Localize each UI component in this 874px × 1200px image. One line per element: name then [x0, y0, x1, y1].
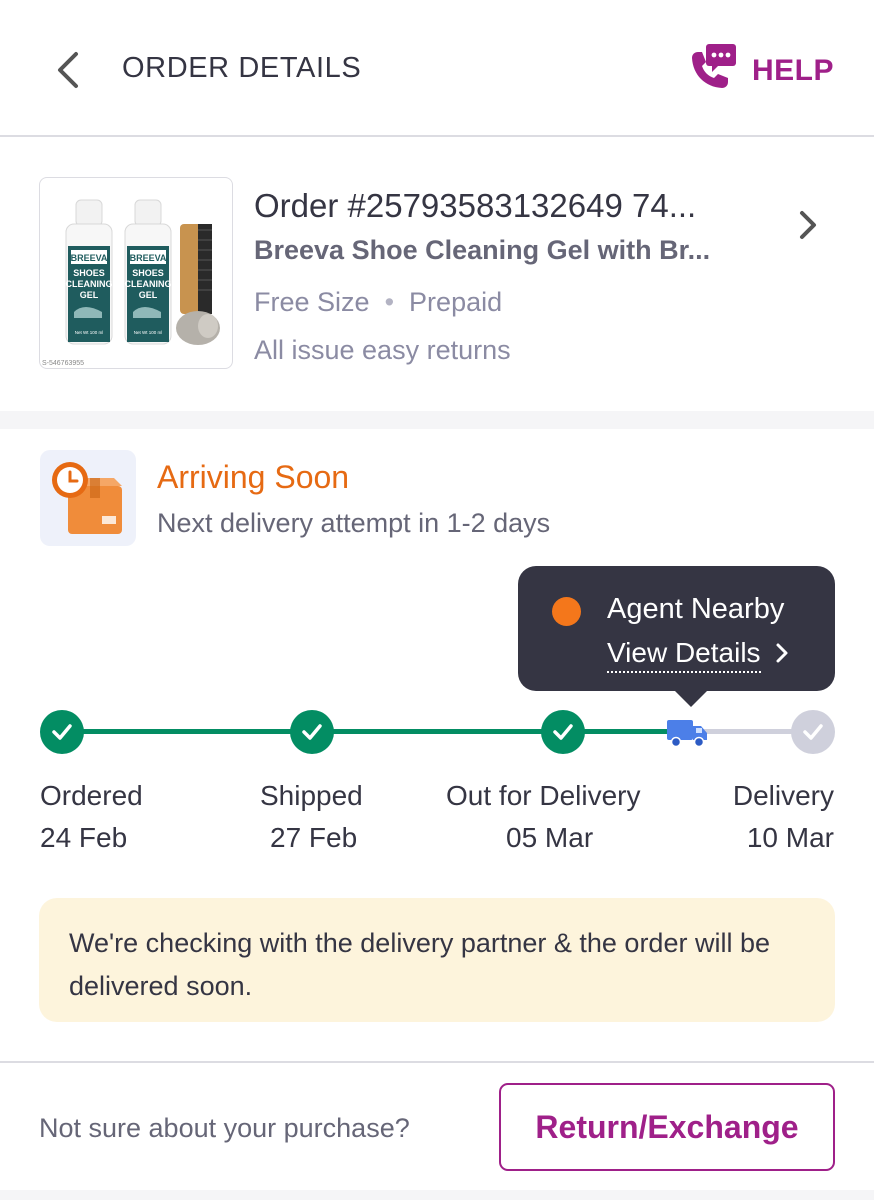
svg-text:BREEVA: BREEVA	[130, 253, 167, 263]
order-product-card[interactable]: BREEVA SHOES CLEANING GEL Net Wt 100 ml …	[0, 137, 874, 411]
svg-text:BREEVA: BREEVA	[71, 253, 108, 263]
product-image: BREEVA SHOES CLEANING GEL Net Wt 100 ml …	[65, 199, 220, 345]
step-label-shipped: Shipped	[260, 780, 363, 811]
returns-policy: All issue easy returns	[254, 335, 511, 365]
svg-text:SHOES: SHOES	[73, 268, 105, 278]
agent-tooltip: Agent Nearby View Details	[518, 566, 835, 707]
support-chat-icon	[688, 42, 738, 99]
bottom-strip	[0, 1190, 874, 1200]
step-label-ordered: Ordered	[40, 780, 143, 811]
dot-separator: •	[377, 287, 402, 317]
step-date-delivery: 10 Mar	[746, 822, 834, 853]
step-pending-icon	[791, 710, 835, 754]
view-details-link[interactable]: View Details	[607, 637, 789, 673]
status-subtitle: Next delivery attempt in 1-2 days	[157, 508, 551, 538]
chevron-right-icon	[775, 639, 789, 671]
section-divider	[0, 411, 874, 429]
step-date-ordered: 24 Feb	[40, 822, 128, 853]
help-label: HELP	[751, 53, 834, 87]
step-date-out-for-delivery: 05 Mar	[506, 822, 594, 853]
tooltip-text: Agent Nearby	[607, 593, 785, 625]
step-done-icon	[290, 710, 334, 754]
delivery-notice: We're checking with the delivery partner…	[39, 898, 835, 1022]
svg-text:CLEANING: CLEANING	[125, 279, 172, 289]
product-meta: Free Size • Prepaid	[254, 287, 502, 318]
chevron-right-icon[interactable]	[794, 207, 822, 248]
svg-text:SHOES: SHOES	[132, 268, 164, 278]
product-name: Breeva Shoe Cleaning Gel with Br...	[254, 235, 711, 265]
svg-text:GEL: GEL	[139, 290, 158, 300]
page-title: ORDER DETAILS	[122, 52, 362, 84]
svg-text:GEL: GEL	[80, 290, 99, 300]
step-done-icon	[541, 710, 585, 754]
step-label-delivery: Delivery	[732, 780, 834, 811]
return-exchange-button[interactable]: Return/Exchange	[499, 1083, 835, 1171]
svg-text:Net Wt 100 ml: Net Wt 100 ml	[75, 330, 104, 335]
back-arrow-icon[interactable]	[48, 48, 88, 92]
header: ORDER DETAILS HELP	[0, 0, 874, 137]
order-id: Order #25793583132649 74...	[254, 187, 697, 224]
svg-text:Net Wt 100 ml: Net Wt 100 ml	[134, 330, 163, 335]
status-title: Arriving Soon	[157, 459, 350, 495]
step-label-out-for-delivery: Out for Delivery	[446, 780, 641, 811]
svg-text:CLEANING: CLEANING	[66, 279, 113, 289]
step-done-icon	[40, 710, 84, 754]
purchase-prompt: Not sure about your purchase?	[39, 1113, 410, 1143]
view-details-label: View Details	[607, 637, 761, 673]
delivery-box-clock-icon	[40, 450, 136, 546]
step-date-shipped: 27 Feb	[270, 822, 358, 853]
product-size: Free Size	[254, 287, 370, 317]
delivery-truck-icon	[665, 716, 709, 748]
help-button[interactable]: HELP	[688, 42, 834, 99]
product-thumbnail: BREEVA SHOES CLEANING GEL Net Wt 100 ml …	[39, 177, 233, 369]
payment-method: Prepaid	[409, 287, 503, 317]
progress-track-completed	[62, 729, 686, 734]
footer-divider	[0, 1061, 874, 1063]
sku-code: S-546763955	[42, 360, 85, 367]
orange-dot-icon	[552, 597, 581, 626]
